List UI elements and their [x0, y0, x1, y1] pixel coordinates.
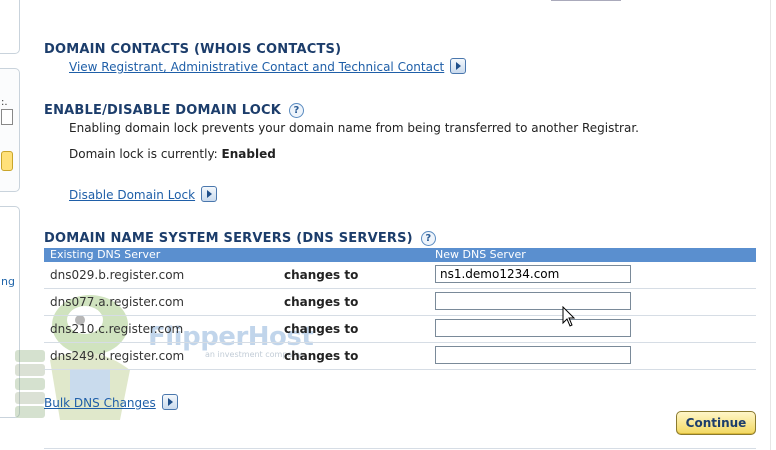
sidebar-box-top	[0, 0, 20, 54]
disable-lock-link[interactable]: Disable Domain Lock	[69, 186, 218, 202]
table-row: dns077.a.register.com changes to	[44, 289, 756, 316]
existing-dns-server: dns029.b.register.com	[50, 268, 185, 282]
dns-table: Existing DNS Server New DNS Server dns02…	[44, 248, 756, 370]
sidebar-button-fragment[interactable]	[1, 151, 13, 171]
sidebar-link-fragment[interactable]: ng	[1, 275, 15, 288]
dns-title-text: DOMAIN NAME SYSTEM SERVERS (DNS SERVERS)	[44, 231, 413, 246]
col-new-header: New DNS Server	[435, 248, 526, 261]
changes-to-label: changes to	[284, 322, 359, 336]
top-divider	[551, 0, 621, 1]
new-dns-input[interactable]	[435, 265, 631, 283]
lock-description: Enabling domain lock prevents your domai…	[69, 121, 639, 135]
mouse-cursor-icon	[562, 306, 576, 327]
help-icon[interactable]: ?	[289, 103, 305, 118]
changes-to-label: changes to	[284, 295, 359, 309]
lock-section-title: ENABLE/DISABLE DOMAIN LOCK?	[44, 103, 305, 118]
lock-status: Domain lock is currently: Enabled	[69, 147, 276, 161]
bulk-dns-link[interactable]: Bulk DNS Changes	[44, 394, 178, 410]
new-dns-input[interactable]	[435, 346, 631, 364]
sidebar-fragment-text: :.	[1, 97, 8, 108]
page-right-border	[770, 0, 771, 450]
table-row: dns249.d.register.com changes to	[44, 343, 756, 370]
new-dns-input[interactable]	[435, 319, 631, 337]
arrow-right-icon[interactable]	[201, 186, 218, 202]
sidebar-select-fragment[interactable]	[1, 109, 13, 125]
disable-lock-link-text[interactable]: Disable Domain Lock	[69, 188, 195, 202]
bulk-dns-link-text[interactable]: Bulk DNS Changes	[44, 396, 156, 410]
lock-status-label: Domain lock is currently:	[69, 147, 218, 161]
table-row: dns029.b.register.com changes to	[44, 262, 756, 289]
dns-table-header: Existing DNS Server New DNS Server	[44, 248, 756, 262]
dns-section-title: DOMAIN NAME SYSTEM SERVERS (DNS SERVERS)…	[44, 231, 436, 246]
continue-button[interactable]: Continue	[676, 411, 756, 435]
changes-to-label: changes to	[284, 268, 359, 282]
new-dns-input[interactable]	[435, 292, 631, 310]
help-icon[interactable]: ?	[420, 231, 436, 246]
contacts-title-text: DOMAIN CONTACTS (WHOIS CONTACTS)	[44, 42, 342, 57]
lock-title-text: ENABLE/DISABLE DOMAIN LOCK	[44, 103, 282, 118]
col-existing-header: Existing DNS Server	[50, 248, 161, 261]
view-contacts-link[interactable]: View Registrant, Administrative Contact …	[69, 58, 467, 74]
existing-dns-server: dns210.c.register.com	[50, 322, 184, 336]
contacts-section-title: DOMAIN CONTACTS (WHOIS CONTACTS)	[44, 42, 341, 57]
arrow-right-icon[interactable]	[161, 394, 178, 410]
view-contacts-link-text[interactable]: View Registrant, Administrative Contact …	[69, 60, 444, 74]
lock-status-value: Enabled	[221, 147, 276, 161]
table-row: dns210.c.register.com changes to	[44, 316, 756, 343]
bottom-divider	[44, 448, 756, 449]
sidebar-box-bottom: ng	[0, 206, 20, 418]
sidebar-box-middle: :.	[0, 68, 20, 192]
existing-dns-server: dns249.d.register.com	[50, 349, 185, 363]
changes-to-label: changes to	[284, 349, 359, 363]
arrow-right-icon[interactable]	[450, 58, 467, 74]
existing-dns-server: dns077.a.register.com	[50, 295, 184, 309]
